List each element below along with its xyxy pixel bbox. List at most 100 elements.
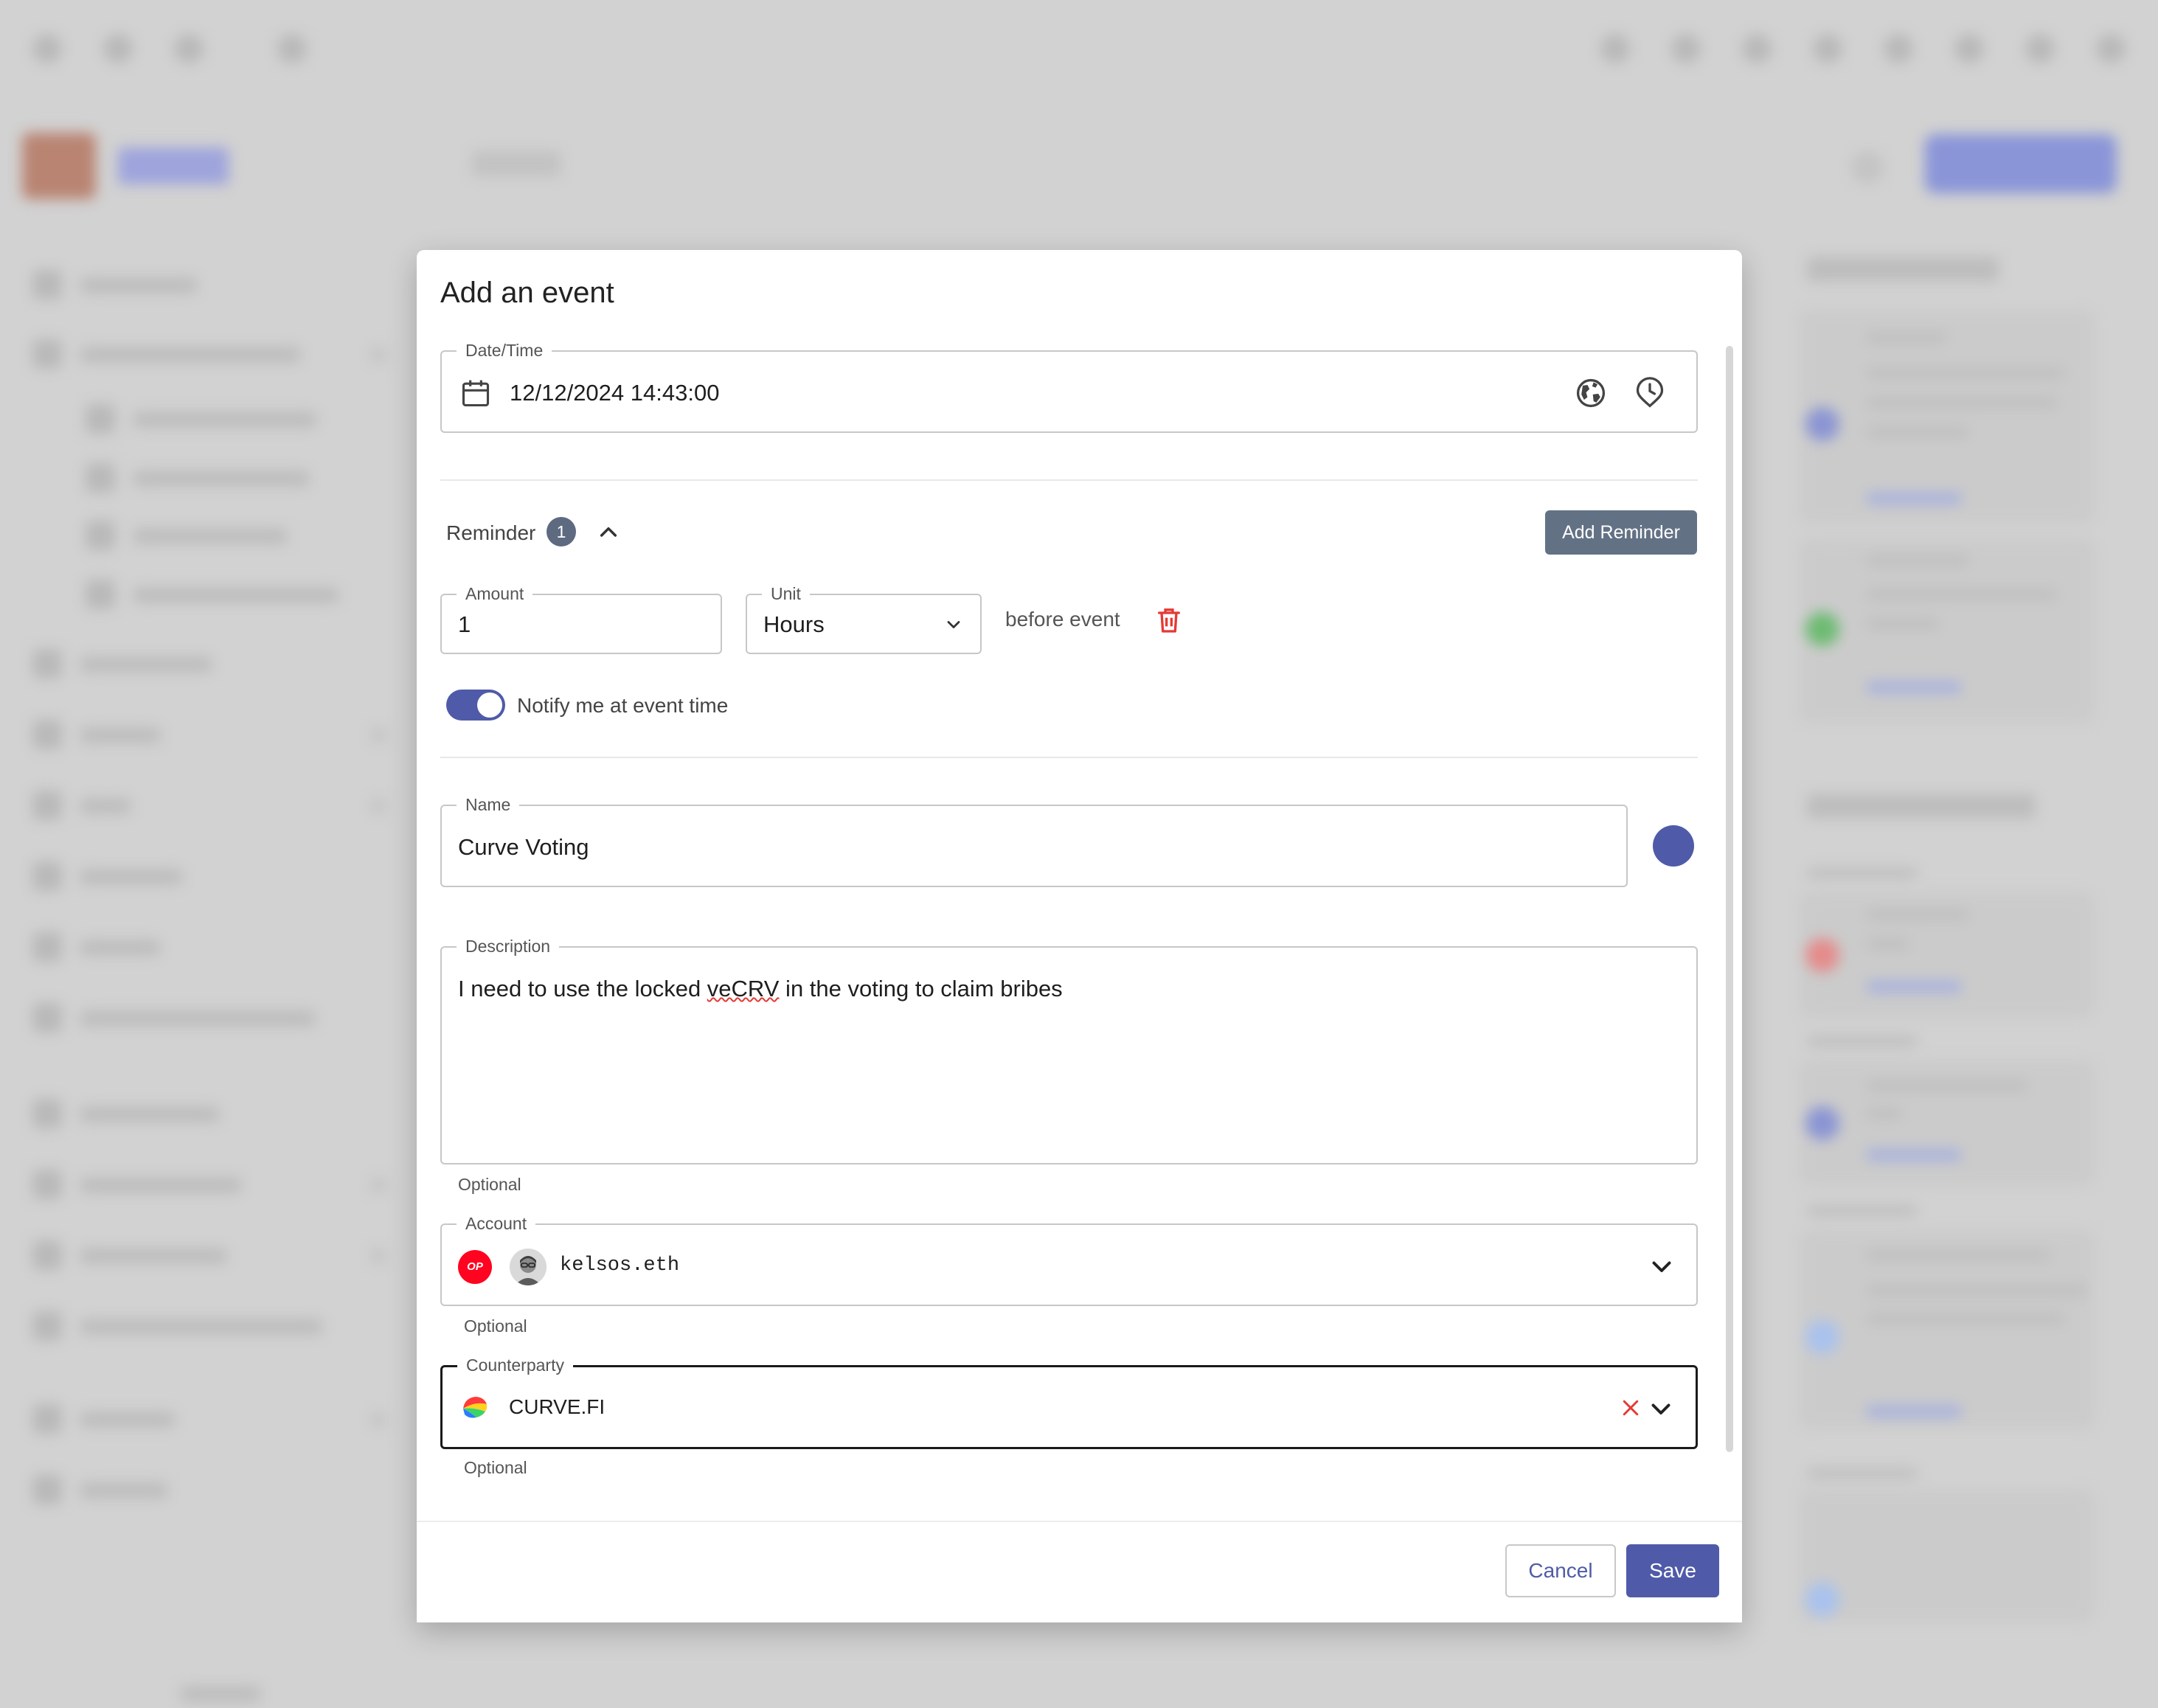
background-topbar xyxy=(0,0,2158,96)
bg-link xyxy=(1866,981,1962,993)
reminder-amount-field[interactable]: Amount 1 xyxy=(440,583,722,654)
sidebar-item xyxy=(86,463,336,493)
date-time-field[interactable]: Date/Time 12/12/2024 14:43:00 xyxy=(440,339,1698,433)
date-time-label: Date/Time xyxy=(457,339,552,361)
notify-toggle[interactable] xyxy=(446,690,505,721)
bg-line xyxy=(1866,589,2058,600)
background-breadcrumb xyxy=(472,151,561,176)
background-event-card xyxy=(1800,310,2095,524)
description-helper-text: Optional xyxy=(458,1175,521,1194)
unit-label: Unit xyxy=(762,583,810,605)
name-label: Name xyxy=(457,794,520,816)
description-field[interactable]: Description I need to use the locked veC… xyxy=(440,935,1698,1164)
chevron-down-icon[interactable] xyxy=(1648,1253,1675,1280)
toolbar-icon xyxy=(1600,34,1630,63)
curve-logo-icon xyxy=(463,1397,488,1418)
sidebar-item xyxy=(32,1475,386,1504)
event-dot xyxy=(1805,1106,1839,1140)
add-reminder-button[interactable]: Add Reminder xyxy=(1545,510,1697,555)
reminder-count-badge: 1 xyxy=(547,517,576,546)
date-time-value[interactable]: 12/12/2024 14:43:00 xyxy=(510,380,719,406)
bg-line xyxy=(1866,938,1910,950)
background-panel-title xyxy=(1807,257,1999,282)
sidebar-item xyxy=(86,404,336,434)
before-event-text: before event xyxy=(1005,608,1120,631)
bg-line xyxy=(1866,1285,2087,1296)
clock-icon[interactable] xyxy=(1634,377,1666,409)
counterparty-label: Counterparty xyxy=(457,1354,573,1376)
bg-link xyxy=(1866,1149,1962,1161)
name-field[interactable]: Name Curve Voting xyxy=(440,794,1628,887)
background-primary-button xyxy=(1925,134,2117,193)
sidebar-item xyxy=(32,1003,386,1032)
background-event-card xyxy=(1800,1490,2095,1622)
bg-line xyxy=(1866,909,1969,920)
bg-line xyxy=(1866,367,2065,379)
sidebar-item xyxy=(32,1404,386,1434)
sidebar-item xyxy=(32,1099,386,1128)
chevron-up-icon[interactable] xyxy=(597,521,620,544)
toggle-knob xyxy=(477,692,502,718)
bg-line xyxy=(1866,1249,2050,1261)
bg-link xyxy=(1866,681,1962,693)
event-dot xyxy=(1805,1583,1839,1617)
cancel-button[interactable]: Cancel xyxy=(1505,1544,1616,1597)
sidebar-item xyxy=(32,932,386,962)
section-divider xyxy=(440,757,1698,758)
bg-line xyxy=(1807,1468,1918,1479)
account-select[interactable]: Account OP kelsos.eth xyxy=(440,1212,1698,1306)
notify-label: Notify me at event time xyxy=(517,694,729,717)
chevron-down-icon[interactable] xyxy=(1648,1395,1674,1422)
sidebar-item xyxy=(32,791,386,820)
sidebar-item xyxy=(86,580,366,609)
counterparty-helper-text: Optional xyxy=(464,1458,527,1477)
bg-line xyxy=(1866,426,1969,438)
calendar-icon[interactable] xyxy=(459,377,492,409)
globe-icon[interactable] xyxy=(1575,377,1607,409)
bg-line xyxy=(1807,867,1918,879)
dialog-scrollbar[interactable] xyxy=(1726,346,1733,1452)
section-divider xyxy=(440,479,1698,481)
name-value[interactable]: Curve Voting xyxy=(458,834,589,861)
menu-icon xyxy=(32,34,62,63)
sidebar-item xyxy=(32,1311,386,1341)
bg-line xyxy=(1866,332,1947,344)
event-dot xyxy=(1805,407,1839,441)
delete-reminder-icon[interactable] xyxy=(1154,605,1184,635)
account-avatar xyxy=(510,1249,547,1285)
account-label: Account xyxy=(457,1212,536,1235)
counterparty-value: CURVE.FI xyxy=(509,1395,606,1418)
amount-value[interactable]: 1 xyxy=(458,611,471,638)
app-icon xyxy=(103,34,133,63)
description-value[interactable]: I need to use the locked veCRV in the vo… xyxy=(458,976,1063,1002)
save-button[interactable]: Save xyxy=(1626,1544,1719,1597)
event-dot xyxy=(1805,612,1839,646)
amount-label: Amount xyxy=(457,583,533,605)
background-sidebar xyxy=(0,103,428,1702)
reminder-unit-select[interactable]: Unit Hours xyxy=(746,583,982,654)
sidebar-footer xyxy=(180,1679,261,1708)
toolbar-icon xyxy=(1813,34,1842,63)
search-icon xyxy=(174,34,204,63)
bg-line xyxy=(1807,1205,1918,1217)
toolbar-icon xyxy=(2025,34,2055,63)
misspelled-word: veCRV xyxy=(707,976,780,1001)
gear-icon xyxy=(1851,151,1884,184)
clear-icon[interactable] xyxy=(1620,1397,1642,1419)
add-event-dialog: Add an event Date/Time 12/12/2024 14:43:… xyxy=(417,250,1742,1622)
account-value: kelsos.eth xyxy=(560,1254,680,1277)
sidebar-item xyxy=(32,720,386,749)
sidebar-item xyxy=(32,1240,386,1270)
sidebar-item xyxy=(32,270,386,299)
toolbar-icon xyxy=(1884,34,1913,63)
event-color-picker[interactable] xyxy=(1653,825,1694,867)
user-avatar-icon xyxy=(510,1249,547,1285)
unit-value[interactable]: Hours xyxy=(763,611,825,638)
toolbar-icon xyxy=(1742,34,1772,63)
description-label: Description xyxy=(457,935,560,957)
counterparty-select[interactable]: Counterparty CURVE.FI xyxy=(440,1354,1698,1449)
bg-line xyxy=(1866,1108,1903,1119)
sidebar-item xyxy=(32,649,386,678)
event-dot xyxy=(1805,938,1839,972)
chevron-down-icon[interactable] xyxy=(943,614,964,635)
